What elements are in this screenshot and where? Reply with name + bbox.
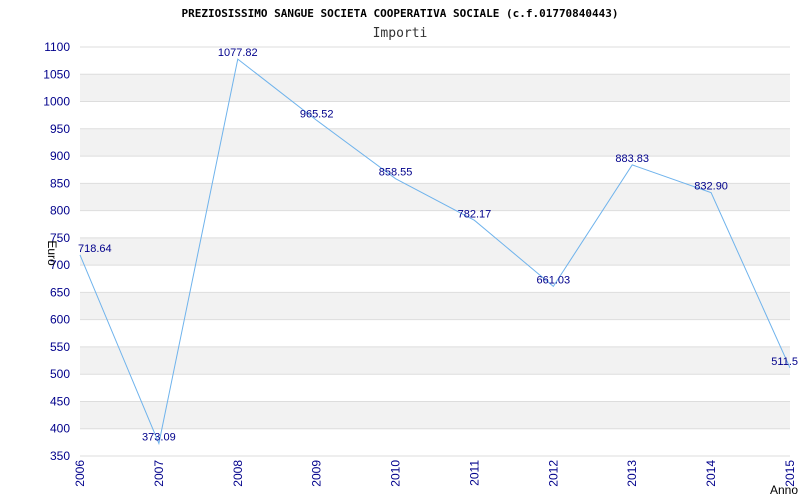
x-tick-label: 2014: [704, 460, 718, 487]
y-tick-label: 600: [50, 313, 70, 327]
y-tick-label: 1100: [44, 40, 70, 54]
y-tick-label: 400: [50, 422, 70, 436]
data-label: 511.5: [771, 356, 798, 368]
y-tick-label: 450: [50, 394, 70, 408]
grid-band: [80, 292, 790, 320]
y-tick-label: 900: [50, 149, 70, 163]
data-label: 883.83: [615, 153, 649, 165]
grid-band: [80, 237, 790, 266]
grid-bands: [80, 74, 790, 429]
x-tick-label: 2006: [73, 460, 87, 487]
data-label: 858.55: [379, 167, 413, 179]
data-label: 661.03: [537, 274, 571, 286]
y-tick-label: 1000: [43, 95, 70, 109]
y-tick-label: 850: [50, 176, 70, 190]
y-tick-label: 1050: [43, 67, 70, 81]
grid-band: [80, 128, 790, 157]
x-tick-label: 2008: [231, 460, 245, 487]
grid-band: [80, 74, 790, 102]
x-tick-label: 2007: [152, 460, 166, 487]
x-tick-label: 2013: [625, 460, 639, 487]
y-tick-label: 950: [50, 122, 70, 136]
x-tick-label: 2010: [389, 460, 403, 487]
data-label: 373.09: [142, 431, 176, 443]
x-axis-label: Anno: [770, 483, 798, 497]
data-label: 1077.82: [218, 47, 258, 59]
x-tick-label: 2009: [310, 460, 324, 487]
y-tick-label: 650: [50, 285, 70, 299]
x-tick-label: 2011: [467, 460, 481, 486]
y-tick-label: 500: [50, 367, 70, 381]
grid-band: [80, 401, 790, 429]
data-label: 718.64: [78, 243, 112, 255]
chart-title: PREZIOSISSIMO SANGUE SOCIETA COOPERATIVA…: [181, 7, 618, 20]
grid-band: [80, 183, 790, 211]
y-tick-label: 350: [50, 449, 70, 463]
y-tick-label: 800: [50, 204, 70, 218]
data-label: 832.90: [694, 181, 728, 193]
grid-band: [80, 346, 790, 375]
line-chart: PREZIOSISSIMO SANGUE SOCIETA COOPERATIVA…: [43, 7, 798, 497]
y-axis-label: Euro: [45, 240, 59, 266]
y-tick-label: 550: [50, 340, 70, 354]
chart-subtitle: Importi: [373, 26, 428, 41]
data-label: 965.52: [300, 108, 334, 120]
x-tick-label: 2012: [546, 460, 560, 487]
data-label: 782.17: [458, 208, 492, 220]
x-axis-ticks: 2006 2007 2008 2009 2010 2011 2012 2013 2014 2015: [73, 460, 797, 487]
